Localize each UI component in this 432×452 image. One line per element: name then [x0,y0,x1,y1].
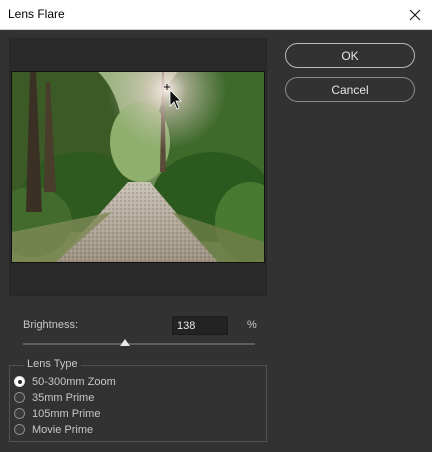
brightness-input[interactable] [172,316,228,335]
radio-button[interactable] [14,424,25,435]
radio-label: 35mm Prime [32,391,95,404]
window-title: Lens Flare [8,7,65,21]
radio-button[interactable] [14,408,25,419]
radio-option-35mm-prime[interactable]: 35mm Prime [14,390,94,405]
brightness-slider-track[interactable] [23,343,255,345]
close-icon [409,9,421,20]
ok-button[interactable]: OK [285,43,415,68]
radio-option-50-300mm-zoom[interactable]: 50-300mm Zoom [14,374,116,389]
lens-type-legend: Lens Type [24,358,81,370]
title-bar: Lens Flare [0,0,432,30]
radio-option-105mm-prime[interactable]: 105mm Prime [14,406,100,421]
radio-label: Movie Prime [32,423,94,436]
percent-unit: % [247,319,257,331]
radio-label: 50-300mm Zoom [32,375,116,388]
forest-path-photo [12,72,264,262]
preview-image[interactable] [11,71,265,263]
radio-button[interactable] [14,392,25,403]
cancel-button[interactable]: Cancel [285,77,415,102]
radio-button[interactable] [14,376,25,387]
brightness-slider-thumb[interactable] [120,339,131,346]
radio-label: 105mm Prime [32,407,101,420]
radio-option-movie-prime[interactable]: Movie Prime [14,422,93,437]
brightness-label: Brightness: [23,319,79,331]
close-button[interactable] [398,0,432,29]
